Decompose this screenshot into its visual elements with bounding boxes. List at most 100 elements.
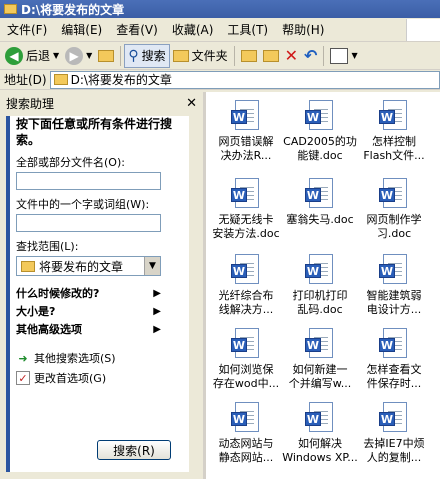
word-document-icon: W xyxy=(231,100,261,132)
title-bar: D:\将要发布的文章 xyxy=(0,0,440,18)
file-name: 去掉IE7中烦 人的复制... xyxy=(363,437,425,464)
file-item[interactable]: W 网页制作学 习.doc xyxy=(356,176,432,248)
phrase-label: 文件中的一个字或词组(W): xyxy=(16,198,150,211)
filename-input[interactable] xyxy=(16,172,161,190)
file-item[interactable]: W 如何新建一 个并编写w... xyxy=(282,326,358,398)
file-item[interactable]: W 怎样查看文 件保存时... xyxy=(356,326,432,398)
chevron-down-icon[interactable]: ▼ xyxy=(144,257,160,275)
search-button[interactable]: ⚲ 搜索 xyxy=(124,43,170,68)
file-item[interactable]: W CAD2005的功 能键.doc xyxy=(282,98,358,170)
address-input[interactable]: D:\将要发布的文章 xyxy=(49,70,440,89)
file-name: 智能建筑弱 电设计方... xyxy=(366,289,422,316)
file-item[interactable]: W 无疑无线卡 安装方法.doc xyxy=(208,176,284,248)
address-label: 地址(D) xyxy=(4,73,47,87)
delete-button[interactable]: ✕ xyxy=(282,44,301,68)
chevron-down-icon[interactable]: ▼ xyxy=(53,51,59,60)
file-name: 动态网站与 静态网站... xyxy=(218,437,274,464)
word-document-icon: W xyxy=(305,100,335,132)
views-icon xyxy=(330,47,349,64)
menu-bar: 文件(F) 编辑(E) 查看(V) 收藏(A) 工具(T) 帮助(H) xyxy=(0,18,440,42)
file-name: 网页制作学 习.doc xyxy=(366,213,422,240)
word-document-icon: W xyxy=(379,100,409,132)
expand-triangle-icon: ▶ xyxy=(153,323,161,335)
undo-button[interactable]: ↶ xyxy=(301,44,320,68)
up-button[interactable] xyxy=(95,44,117,68)
word-document-icon: W xyxy=(305,254,335,286)
forward-button[interactable]: ▶ ▼ xyxy=(62,44,95,68)
address-value: D:\将要发布的文章 xyxy=(70,73,172,87)
undo-icon: ↶ xyxy=(304,46,318,65)
file-item[interactable]: W 塞翁失马.doc xyxy=(282,176,358,248)
menu-file[interactable]: 文件(F) xyxy=(0,21,54,38)
file-item[interactable]: W 动态网站与 静态网站... xyxy=(208,400,284,472)
menu-help[interactable]: 帮助(H) xyxy=(275,21,331,38)
word-document-icon: W xyxy=(305,402,335,434)
back-label: 后退 xyxy=(26,49,51,63)
chevron-down-icon[interactable]: ▼ xyxy=(86,51,92,60)
file-name: 打印机打印 乱码.doc xyxy=(292,289,348,316)
search-label: 搜索 xyxy=(141,49,166,63)
option-label: 其他高级选项 xyxy=(16,323,82,336)
lookin-select[interactable]: 将要发布的文章 ▼ xyxy=(16,256,161,276)
back-button[interactable]: ◀ 后退 ▼ xyxy=(2,44,62,68)
file-item[interactable]: W 如何解决 Windows XP... xyxy=(282,400,358,472)
file-item[interactable]: W 光纤综合布 线解决方... xyxy=(208,252,284,324)
windows-logo xyxy=(406,18,440,41)
link-label: 更改首选项(G) xyxy=(34,372,107,385)
option-advanced[interactable]: 其他高级选项 ▶ xyxy=(16,320,161,338)
forward-arrow-icon: ▶ xyxy=(65,46,84,65)
word-document-icon: W xyxy=(305,178,335,210)
link-label: 其他搜索选项(S) xyxy=(34,352,116,365)
toolbar-separator xyxy=(120,45,122,66)
option-size[interactable]: 大小是? ▶ xyxy=(16,302,161,320)
word-document-icon: W xyxy=(379,402,409,434)
menu-tools[interactable]: 工具(T) xyxy=(220,21,275,38)
word-document-icon: W xyxy=(231,178,261,210)
word-document-icon: W xyxy=(231,402,261,434)
word-document-icon: W xyxy=(379,254,409,286)
search-form: 按下面任意或所有条件进行搜索。 全部或部分文件名(O): 文件中的一个字或词组(… xyxy=(16,116,181,388)
search-submit-button[interactable]: 搜索(R) xyxy=(97,440,171,460)
file-name: 光纤综合布 线解决方... xyxy=(218,289,274,316)
toolbar: ◀ 后退 ▼ ▶ ▼ ⚲ 搜索 文件夹 ✕ ↶ ▼ xyxy=(0,42,440,70)
menu-edit[interactable]: 编辑(E) xyxy=(54,21,109,38)
file-item[interactable]: W 打印机打印 乱码.doc xyxy=(282,252,358,324)
word-document-icon: W xyxy=(231,254,261,286)
folder-icon xyxy=(172,49,189,62)
chevron-down-icon[interactable]: ▼ xyxy=(351,51,357,60)
folder-up-icon xyxy=(98,49,115,62)
link-other-search-options[interactable]: ➜ 其他搜索选项(S) xyxy=(16,348,181,368)
close-icon[interactable]: ✕ xyxy=(186,96,197,111)
file-name: 如何新建一 个并编写w... xyxy=(288,363,352,390)
word-document-icon: W xyxy=(305,328,335,360)
link-change-preferences[interactable]: ✓ 更改首选项(G) xyxy=(16,368,181,388)
menu-view[interactable]: 查看(V) xyxy=(109,21,165,38)
move-to-button[interactable] xyxy=(238,44,260,68)
file-name: 无疑无线卡 安装方法.doc xyxy=(212,213,280,240)
file-item[interactable]: W 去掉IE7中烦 人的复制... xyxy=(356,400,432,472)
file-name: 怎样控制 Flash文件... xyxy=(363,135,425,162)
option-label: 大小是? xyxy=(16,305,56,318)
delete-icon: ✕ xyxy=(284,46,299,65)
folders-button[interactable]: 文件夹 xyxy=(170,44,231,68)
file-name: CAD2005的功 能键.doc xyxy=(283,135,357,162)
menu-favorites[interactable]: 收藏(A) xyxy=(165,21,221,38)
address-bar: 地址(D) D:\将要发布的文章 xyxy=(0,70,440,90)
option-label: 什么时候修改的? xyxy=(16,287,100,300)
toolbar-separator xyxy=(233,45,235,66)
file-item[interactable]: W 怎样控制 Flash文件... xyxy=(356,98,432,170)
folder-icon xyxy=(21,260,35,272)
file-name: 塞翁失马.doc xyxy=(286,213,354,226)
expand-triangle-icon: ▶ xyxy=(153,287,161,299)
file-item[interactable]: W 网页错误解 决办法R... xyxy=(208,98,284,170)
file-item[interactable]: W 如何浏览保 存在wod中... xyxy=(208,326,284,398)
phrase-input[interactable] xyxy=(16,214,161,232)
search-icon: ⚲ xyxy=(128,47,139,64)
option-when-modified[interactable]: 什么时候修改的? ▶ xyxy=(16,284,161,302)
copy-to-button[interactable] xyxy=(260,44,282,68)
filename-label: 全部或部分文件名(O): xyxy=(16,156,125,169)
file-name: 如何解决 Windows XP... xyxy=(282,437,358,464)
file-item[interactable]: W 智能建筑弱 电设计方... xyxy=(356,252,432,324)
expand-triangle-icon: ▶ xyxy=(153,305,161,317)
views-button[interactable]: ▼ xyxy=(327,44,360,68)
